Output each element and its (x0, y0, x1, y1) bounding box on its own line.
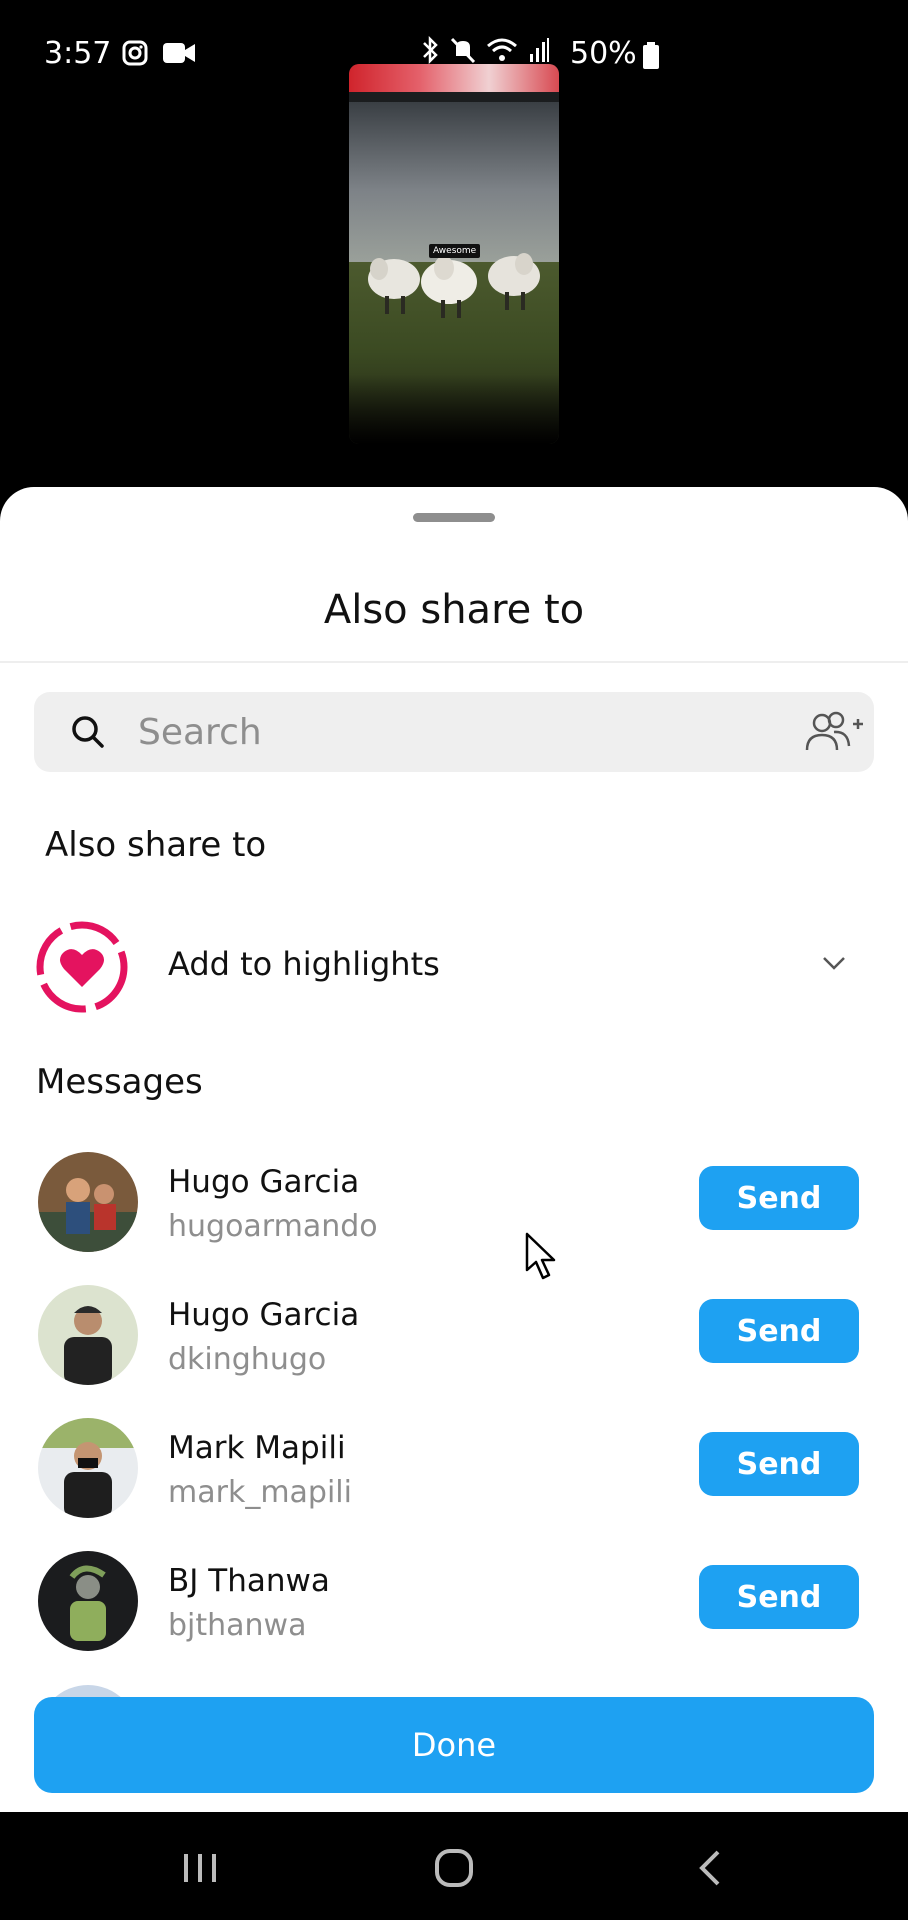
drag-handle[interactable] (413, 513, 495, 522)
status-time: 3:57 (44, 36, 112, 71)
contact-username: dkinghugo (168, 1342, 327, 1377)
title-divider (0, 661, 908, 663)
contact-name: Mark Mapili (168, 1430, 346, 1466)
preview-sticker: Awesome (429, 244, 481, 258)
avatar (38, 1418, 138, 1518)
search-input[interactable] (138, 692, 738, 772)
sheet-title: Also share to (323, 587, 585, 633)
avatar (38, 1152, 138, 1252)
chevron-down-icon[interactable] (820, 953, 848, 977)
instagram-icon (122, 40, 148, 70)
contact-row[interactable]: Mark Mapili mark_mapili Send (0, 1418, 908, 1528)
battery-icon (642, 42, 660, 74)
contact-username: bjthanwa (168, 1608, 307, 1643)
highlight-heart-icon (34, 919, 130, 1019)
back-icon[interactable] (694, 1848, 726, 1892)
story-preview: Awesome (349, 64, 559, 444)
screen: 3:57 50% Awesome Also share to Search Al… (0, 0, 908, 1920)
search-bar[interactable] (34, 692, 874, 772)
contact-name: Hugo Garcia (168, 1297, 360, 1333)
add-group-icon[interactable] (804, 710, 864, 758)
contact-name: Hugo Garcia (168, 1164, 360, 1200)
add-to-highlights-row[interactable]: Add to highlights (0, 907, 908, 1027)
contact-row[interactable]: Hugo Garcia hugoarmando Send (0, 1152, 908, 1262)
contact-row[interactable]: BJ Thanwa bjthanwa Send (0, 1551, 908, 1661)
share-sheet: Also share to Also share to Add to highl… (0, 487, 908, 1812)
contact-row[interactable]: Hugo Garcia dkinghugo Send (0, 1285, 908, 1395)
done-button[interactable]: Done (34, 1697, 874, 1793)
send-button[interactable]: Send (699, 1166, 859, 1230)
contact-username: hugoarmando (168, 1209, 378, 1244)
sheep-illustration (368, 253, 540, 318)
search-icon (68, 712, 108, 756)
add-to-highlights-label: Add to highlights (168, 945, 440, 983)
avatar (38, 1285, 138, 1385)
contact-username: mark_mapili (168, 1475, 352, 1510)
also-share-label: Also share to (45, 825, 267, 865)
send-button[interactable]: Send (699, 1299, 859, 1363)
send-button[interactable]: Send (699, 1432, 859, 1496)
contact-name: BJ Thanwa (168, 1563, 330, 1599)
home-icon[interactable] (434, 1848, 474, 1892)
mouse-cursor-icon (524, 1232, 560, 1286)
send-button[interactable]: Send (699, 1565, 859, 1629)
video-call-icon (162, 40, 196, 70)
status-left-icons (122, 40, 196, 70)
preview-fade (349, 374, 559, 444)
messages-label: Messages (36, 1062, 203, 1102)
system-nav-bar (0, 1812, 908, 1920)
preview-top-strip (349, 64, 559, 92)
recent-apps-icon[interactable] (180, 1850, 220, 1890)
battery-percent: 50% (570, 36, 637, 71)
avatar (38, 1551, 138, 1651)
